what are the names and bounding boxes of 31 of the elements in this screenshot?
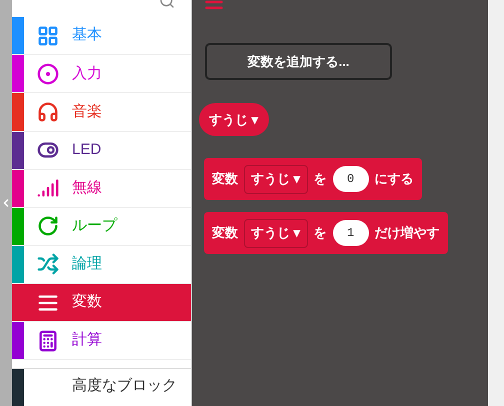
block-label: を [314, 224, 327, 242]
block-label: 変数 [212, 170, 238, 188]
add-variable-button[interactable]: 変数を追加する... [205, 43, 392, 80]
signal-bars-icon [37, 177, 59, 200]
block-label: にする [374, 170, 414, 188]
category-item[interactable]: 音楽 [12, 93, 191, 132]
category-item[interactable]: 変数 [12, 284, 191, 322]
category-item[interactable]: 入力 [12, 55, 191, 94]
target-icon [37, 62, 59, 85]
category-item[interactable]: LED [12, 132, 191, 170]
calculator-icon [37, 330, 59, 352]
block-label: 変数 [212, 224, 238, 242]
category-item[interactable]: 計算 [12, 322, 191, 360]
category-item[interactable]: 基本 [12, 17, 191, 56]
variable-dropdown[interactable]: すうじ ▾ [244, 164, 308, 194]
set-block[interactable]: 変数 すうじ ▾ を 1 だけ増やす [204, 212, 448, 254]
variable-dropdown[interactable]: すうじ ▾ [244, 218, 308, 248]
shuffle-icon [37, 253, 59, 276]
block-label: を [314, 170, 327, 188]
circular-arrow-icon [37, 215, 59, 238]
headphones-icon [37, 100, 59, 123]
variable-block[interactable]: すうじ ▾ [199, 103, 269, 136]
category-item[interactable]: ループ [12, 208, 191, 246]
grid-icon [37, 24, 59, 47]
category-item[interactable]: 高度なブロック [12, 368, 191, 406]
number-field[interactable]: 1 [332, 220, 369, 246]
category-item[interactable]: 論理 [12, 246, 191, 284]
category-item[interactable]: 無線 [12, 170, 191, 208]
set-block[interactable]: 変数 すうじ ▾ を 0 にする [204, 158, 422, 200]
block-label: だけ増やす [374, 224, 440, 242]
number-field[interactable]: 0 [332, 166, 369, 192]
